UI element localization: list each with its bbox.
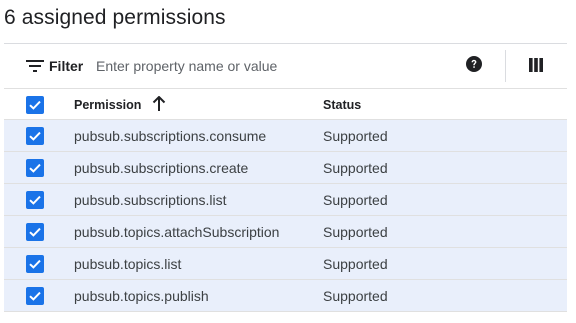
table-row[interactable]: pubsub.topics.publish Supported: [4, 279, 567, 311]
table-bottom-border: [4, 311, 567, 312]
row-checkbox[interactable]: [26, 191, 44, 209]
permission-cell: pubsub.subscriptions.create: [74, 160, 249, 176]
permission-cell: pubsub.subscriptions.consume: [74, 128, 267, 144]
view-columns-icon[interactable]: [529, 58, 543, 72]
help-circle-icon[interactable]: [466, 56, 482, 72]
status-cell: Supported: [323, 128, 388, 144]
permission-cell: pubsub.topics.publish: [74, 288, 209, 304]
filter-input[interactable]: [96, 54, 396, 78]
select-all-checkbox[interactable]: [26, 96, 44, 114]
status-cell: Supported: [323, 288, 388, 304]
column-header-permission[interactable]: Permission: [74, 97, 141, 113]
table-row[interactable]: pubsub.subscriptions.consume Supported: [4, 119, 567, 151]
page-title: 6 assigned permissions: [4, 6, 226, 29]
permission-cell: pubsub.topics.attachSubscription: [74, 224, 280, 240]
status-cell: Supported: [323, 256, 388, 272]
row-checkbox[interactable]: [26, 127, 44, 145]
arrow-up-icon[interactable]: [152, 95, 166, 112]
status-cell: Supported: [323, 160, 388, 176]
row-checkbox[interactable]: [26, 159, 44, 177]
table-row[interactable]: pubsub.subscriptions.list Supported: [4, 183, 567, 215]
table-row[interactable]: pubsub.topics.attachSubscription Support…: [4, 215, 567, 247]
table-row[interactable]: pubsub.topics.list Supported: [4, 247, 567, 279]
filter-label[interactable]: Filter: [49, 57, 83, 75]
permissions-table: Permission Status pubsub.subscriptions.c…: [4, 88, 567, 311]
status-cell: Supported: [323, 224, 388, 240]
filter-list-icon[interactable]: [26, 59, 44, 73]
status-cell: Supported: [323, 192, 388, 208]
permission-cell: pubsub.topics.list: [74, 256, 182, 272]
permission-cell: pubsub.subscriptions.list: [74, 192, 227, 208]
row-checkbox[interactable]: [26, 287, 44, 305]
column-header-status[interactable]: Status: [323, 97, 361, 113]
row-checkbox[interactable]: [26, 223, 44, 241]
toolbar-divider: [505, 50, 506, 82]
table-header-row: Permission Status: [4, 88, 567, 119]
row-checkbox[interactable]: [26, 255, 44, 273]
filter-toolbar: Filter: [4, 43, 567, 88]
table-row[interactable]: pubsub.subscriptions.create Supported: [4, 151, 567, 183]
